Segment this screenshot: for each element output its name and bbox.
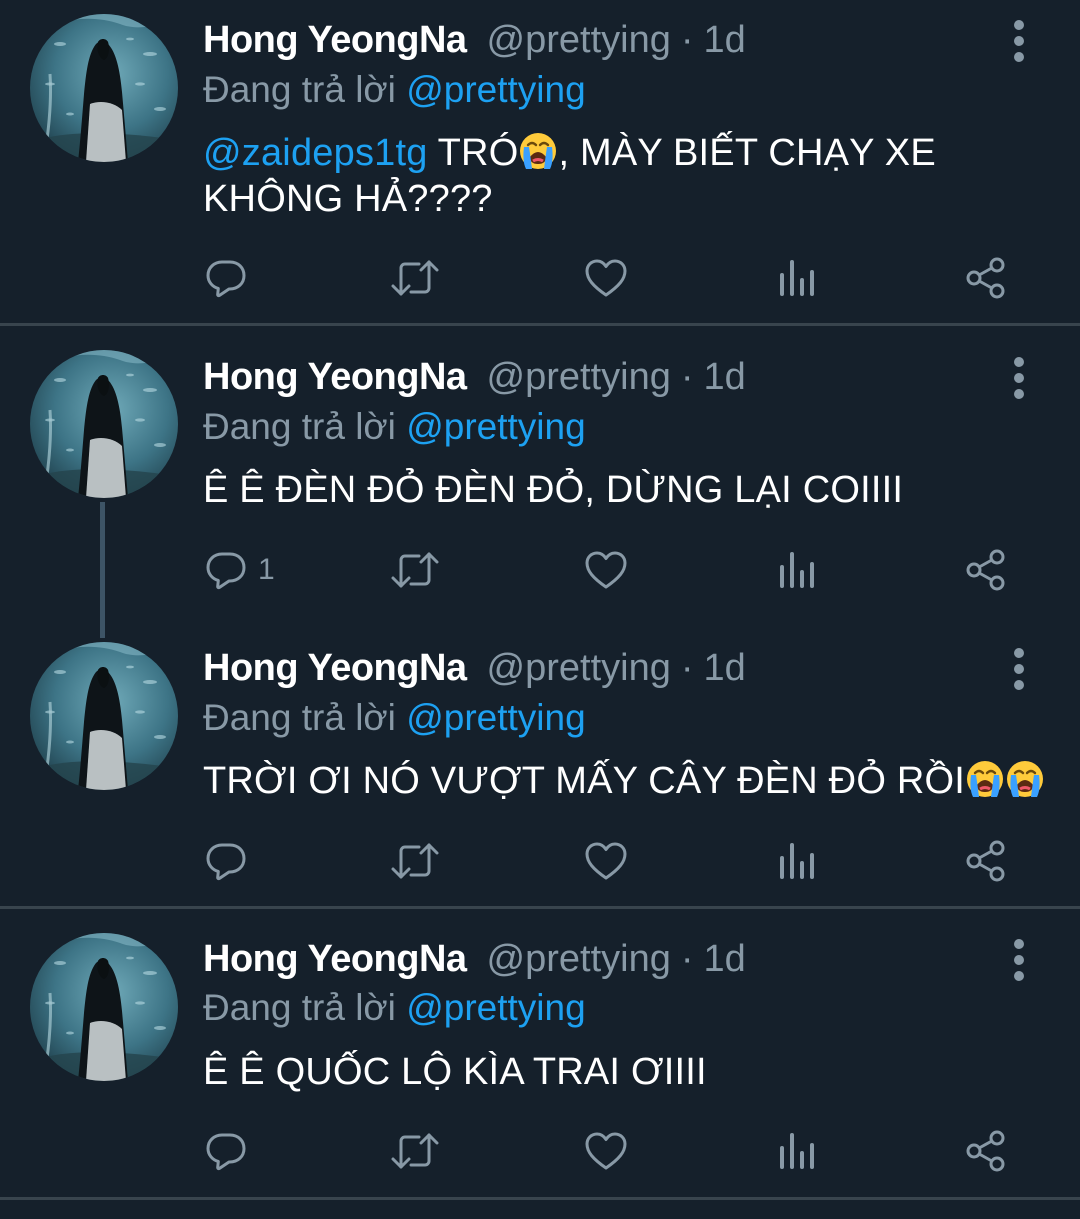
retweet-icon	[389, 256, 441, 300]
separator-dot: ·	[680, 19, 694, 61]
heart-icon	[583, 1130, 629, 1172]
action-bar: 1	[0, 545, 1080, 595]
author-name[interactable]: Hong YeongNa	[203, 15, 467, 65]
replying-prefix: Đang trả lời	[203, 406, 396, 447]
analytics-button[interactable]	[777, 253, 817, 303]
retweet-icon	[389, 548, 441, 592]
author-name[interactable]: Hong YeongNa	[203, 934, 467, 984]
tweet[interactable]: Hong YeongNa @prettying · 1d Đang trả lờ…	[0, 618, 1080, 908]
heart-icon	[583, 840, 629, 882]
more-options-icon[interactable]	[1006, 18, 1032, 64]
retweet-button[interactable]	[389, 836, 441, 886]
reply-button[interactable]	[204, 836, 248, 886]
share-button[interactable]	[964, 1126, 1008, 1176]
avatar[interactable]	[30, 642, 178, 790]
retweet-button[interactable]	[389, 545, 441, 595]
avatar[interactable]	[30, 933, 178, 1081]
action-bar	[0, 1126, 1080, 1176]
author-name[interactable]: Hong YeongNa	[203, 352, 467, 402]
analytics-icon	[777, 550, 817, 590]
more-options-icon[interactable]	[1006, 355, 1032, 401]
more-options-icon[interactable]	[1006, 937, 1032, 983]
like-button[interactable]	[583, 253, 629, 303]
tweet-text: TRỜI ƠI NÓ VƯỢT MẤY CÂY ĐÈN ĐỎ RỒI	[203, 758, 1053, 804]
loudly-crying-face-icon	[518, 131, 558, 171]
tweet-text-part: TRỜI ƠI NÓ VƯỢT MẤY CÂY ĐÈN ĐỎ RỒI	[203, 760, 965, 802]
mention-link[interactable]: @zaideps1tg	[203, 132, 428, 174]
loudly-crying-face-icon	[965, 759, 1005, 799]
replying-to-link[interactable]: @prettying	[406, 406, 585, 447]
tweet-text: Ê Ê QUỐC LỘ KÌA TRAI ƠIIII	[203, 1051, 707, 1093]
heart-icon	[583, 549, 629, 591]
retweet-icon	[389, 1129, 441, 1173]
reply-button[interactable]	[204, 253, 248, 303]
divider	[0, 1197, 1080, 1200]
timestamp[interactable]: 1d	[704, 352, 746, 402]
reply-button[interactable]: 1	[204, 545, 275, 595]
author-handle[interactable]: @prettying	[487, 15, 671, 65]
replying-to: Đang trả lời @prettying	[203, 65, 586, 115]
retweet-icon	[389, 839, 441, 883]
like-button[interactable]	[583, 836, 629, 886]
analytics-button[interactable]	[777, 836, 817, 886]
replying-to: Đang trả lời @prettying	[203, 983, 586, 1033]
replying-to-link[interactable]: @prettying	[406, 69, 585, 110]
tweet-text-part: TRÓ	[427, 132, 519, 174]
avatar[interactable]	[30, 14, 178, 162]
reply-button[interactable]	[204, 1126, 248, 1176]
replying-to: Đang trả lời @prettying	[203, 402, 586, 452]
replying-prefix: Đang trả lời	[203, 69, 396, 110]
author-handle[interactable]: @prettying	[487, 352, 671, 402]
share-button[interactable]	[964, 545, 1008, 595]
reply-icon	[204, 1129, 248, 1173]
separator-dot: ·	[680, 647, 694, 689]
analytics-button[interactable]	[777, 1126, 817, 1176]
avatar[interactable]	[30, 350, 178, 498]
tweet-text: @zaideps1tg TRÓ, MÀY BIẾT CHẠY XE KHÔNG …	[203, 130, 1053, 222]
analytics-icon	[777, 1131, 817, 1171]
share-icon	[964, 1129, 1008, 1173]
replying-prefix: Đang trả lời	[203, 987, 396, 1028]
action-bar	[0, 253, 1080, 303]
share-button[interactable]	[964, 836, 1008, 886]
replying-to-link[interactable]: @prettying	[406, 697, 585, 738]
loudly-crying-face-icon	[1005, 759, 1045, 799]
separator-dot: ·	[680, 938, 694, 980]
tweet-text: Ê Ê ĐÈN ĐỎ ĐÈN ĐỎ, DỪNG LẠI COIIII	[203, 469, 904, 511]
timestamp[interactable]: 1d	[704, 15, 746, 65]
timestamp[interactable]: 1d	[704, 934, 746, 984]
separator-dot: ·	[680, 356, 694, 398]
replying-to: Đang trả lời @prettying	[203, 693, 586, 743]
author-name[interactable]: Hong YeongNa	[203, 643, 467, 693]
action-bar	[0, 836, 1080, 886]
analytics-icon	[777, 258, 817, 298]
more-options-icon[interactable]	[1006, 646, 1032, 692]
share-icon	[964, 548, 1008, 592]
tweet[interactable]: Hong YeongNa @prettying · 1d Đang trả lờ…	[0, 0, 1080, 326]
tweet[interactable]: Hong YeongNa @prettying · 1d Đang trả lờ…	[0, 909, 1080, 1199]
author-handle[interactable]: @prettying	[487, 934, 671, 984]
share-icon	[964, 839, 1008, 883]
tweet[interactable]: Hong YeongNa @prettying · 1d Đang trả lờ…	[0, 326, 1080, 618]
analytics-icon	[777, 841, 817, 881]
reply-count: 1	[258, 553, 275, 586]
retweet-button[interactable]	[389, 1126, 441, 1176]
replying-to-link[interactable]: @prettying	[406, 987, 585, 1028]
reply-icon	[204, 839, 248, 883]
reply-icon	[204, 548, 248, 592]
reply-icon	[204, 256, 248, 300]
author-handle[interactable]: @prettying	[487, 643, 671, 693]
heart-icon	[583, 257, 629, 299]
replying-prefix: Đang trả lời	[203, 697, 396, 738]
timestamp[interactable]: 1d	[704, 643, 746, 693]
analytics-button[interactable]	[777, 545, 817, 595]
retweet-button[interactable]	[389, 253, 441, 303]
like-button[interactable]	[583, 1126, 629, 1176]
like-button[interactable]	[583, 545, 629, 595]
share-button[interactable]	[964, 253, 1008, 303]
share-icon	[964, 256, 1008, 300]
